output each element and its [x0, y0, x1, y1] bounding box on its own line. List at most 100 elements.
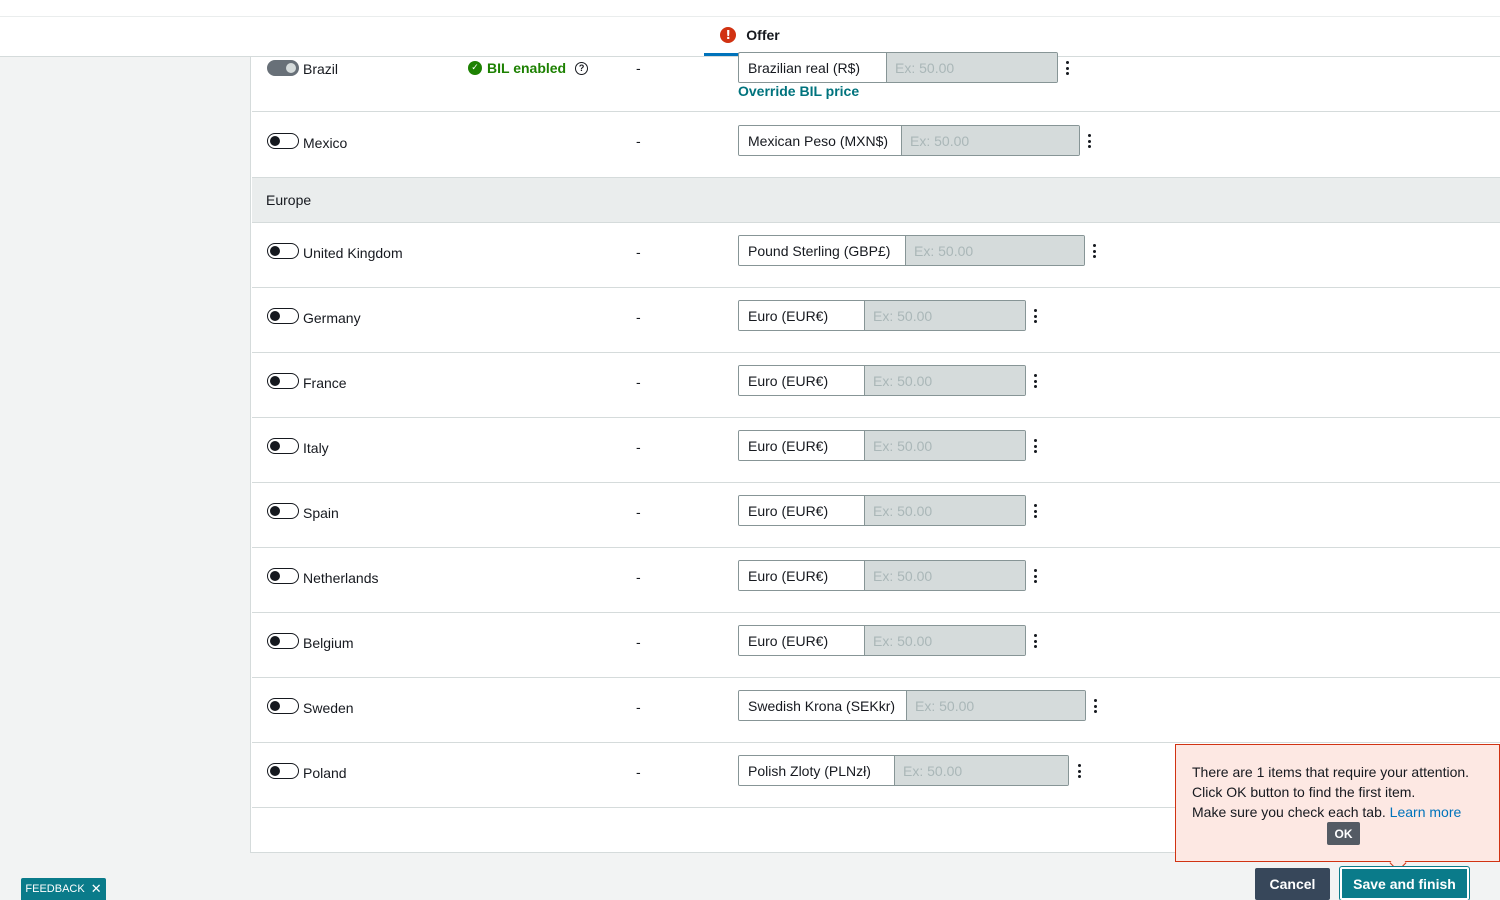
price-field: Euro (EUR€) [738, 365, 1026, 396]
price-input[interactable] [907, 691, 1085, 720]
currency-label: Euro (EUR€) [739, 366, 865, 395]
feedback-label: FEEDBACK [25, 883, 85, 895]
country-name: Germany [303, 310, 361, 326]
save-and-finish-button[interactable]: Save and finish [1339, 866, 1470, 900]
price-placeholder-dash: - [636, 309, 641, 325]
toggle-knob [270, 375, 280, 386]
price-input[interactable] [865, 431, 1025, 460]
availability-toggle[interactable] [267, 243, 299, 259]
more-options-icon[interactable] [1030, 307, 1040, 325]
table-row: France - Euro (EUR€) [252, 353, 1500, 418]
country-name: Netherlands [303, 570, 379, 586]
country-name: Brazil [303, 61, 339, 77]
feedback-button[interactable]: FEEDBACK ✕ [21, 878, 106, 900]
more-options-icon[interactable] [1089, 242, 1099, 260]
error-icon: ! [720, 27, 737, 43]
availability-toggle[interactable] [267, 373, 299, 389]
table-row: Sweden - Swedish Krona (SEKkr) [252, 678, 1500, 743]
alert-line-1: There are 1 items that require your atte… [1192, 764, 1470, 780]
availability-toggle[interactable] [267, 308, 299, 324]
table-row: Italy - Euro (EUR€) [252, 418, 1500, 483]
override-bil-price-link[interactable]: Override BIL price [738, 83, 859, 99]
country-name: Mexico [303, 135, 348, 151]
price-field: Euro (EUR€) [738, 625, 1026, 656]
pricing-panel: Brazil ✓ BIL enabled ? - Brazilian real … [250, 52, 1500, 853]
price-input[interactable] [865, 496, 1025, 525]
more-options-icon[interactable] [1062, 59, 1072, 77]
price-placeholder-dash: - [636, 60, 641, 76]
learn-more-link[interactable]: Learn more [1390, 804, 1462, 820]
availability-toggle[interactable] [267, 60, 299, 76]
bil-enabled-label: BIL enabled [487, 60, 567, 76]
price-input[interactable] [865, 626, 1025, 655]
toggle-knob [286, 62, 296, 73]
currency-label: Euro (EUR€) [739, 431, 865, 460]
top-strip [0, 0, 1500, 17]
alert-line-3-wrap: Make sure you check each tab. Learn more [1192, 802, 1499, 822]
price-field: Euro (EUR€) [738, 430, 1026, 461]
close-icon[interactable]: ✕ [91, 881, 102, 897]
price-input[interactable] [895, 756, 1068, 785]
price-input[interactable] [865, 301, 1025, 330]
price-placeholder-dash: - [636, 764, 641, 780]
toggle-knob [270, 135, 280, 146]
price-input[interactable] [902, 126, 1079, 155]
attention-alert: There are 1 items that require your atte… [1175, 744, 1500, 872]
currency-label: Euro (EUR€) [739, 561, 865, 590]
currency-label: Euro (EUR€) [739, 496, 865, 525]
availability-toggle[interactable] [267, 633, 299, 649]
ok-button[interactable]: OK [1327, 822, 1360, 845]
availability-toggle[interactable] [267, 568, 299, 584]
availability-toggle[interactable] [267, 503, 299, 519]
toggle-knob [270, 310, 280, 321]
toggle-knob [270, 635, 280, 646]
country-name: United Kingdom [303, 245, 403, 261]
currency-label: Pound Sterling (GBP£) [739, 236, 906, 265]
price-field: Euro (EUR€) [738, 495, 1026, 526]
toggle-knob [270, 245, 280, 256]
availability-toggle[interactable] [267, 133, 299, 149]
table-row: Spain - Euro (EUR€) [252, 483, 1500, 548]
country-name: Belgium [303, 635, 354, 651]
currency-label: Brazilian real (R$) [739, 53, 887, 82]
price-placeholder-dash: - [636, 374, 641, 390]
more-options-icon[interactable] [1090, 697, 1100, 715]
availability-toggle[interactable] [267, 763, 299, 779]
price-placeholder-dash: - [636, 699, 641, 715]
price-input[interactable] [865, 366, 1025, 395]
help-icon[interactable]: ? [575, 61, 589, 75]
price-field: Pound Sterling (GBP£) [738, 235, 1085, 266]
more-options-icon[interactable] [1084, 132, 1094, 150]
more-options-icon[interactable] [1030, 502, 1040, 520]
table-row: Germany - Euro (EUR€) [252, 288, 1500, 353]
country-name: Italy [303, 440, 329, 456]
currency-label: Euro (EUR€) [739, 301, 865, 330]
cancel-button[interactable]: Cancel [1255, 868, 1330, 900]
more-options-icon[interactable] [1074, 762, 1084, 780]
price-input[interactable] [865, 561, 1025, 590]
price-placeholder-dash: - [636, 244, 641, 260]
currency-label: Swedish Krona (SEKkr) [739, 691, 907, 720]
price-input[interactable] [887, 53, 1057, 82]
more-options-icon[interactable] [1030, 437, 1040, 455]
toggle-knob [270, 765, 280, 776]
price-placeholder-dash: - [636, 569, 641, 585]
country-name: Poland [303, 765, 347, 781]
price-input[interactable] [906, 236, 1084, 265]
more-options-icon[interactable] [1030, 632, 1040, 650]
check-circle-icon: ✓ [468, 61, 482, 75]
toggle-knob [270, 700, 280, 711]
price-field: Mexican Peso (MXN$) [738, 125, 1080, 156]
top-bar: ! Offer [0, 0, 1500, 57]
alert-line-2: Click OK button to find the first item. [1192, 784, 1416, 800]
price-placeholder-dash: - [636, 133, 641, 149]
more-options-icon[interactable] [1030, 567, 1040, 585]
price-field: Euro (EUR€) [738, 300, 1026, 331]
availability-toggle[interactable] [267, 438, 299, 454]
availability-toggle[interactable] [267, 698, 299, 714]
country-name: Spain [303, 505, 339, 521]
country-name: France [303, 375, 347, 391]
tab-offer[interactable]: ! Offer [704, 17, 796, 56]
price-field: Euro (EUR€) [738, 560, 1026, 591]
more-options-icon[interactable] [1030, 372, 1040, 390]
